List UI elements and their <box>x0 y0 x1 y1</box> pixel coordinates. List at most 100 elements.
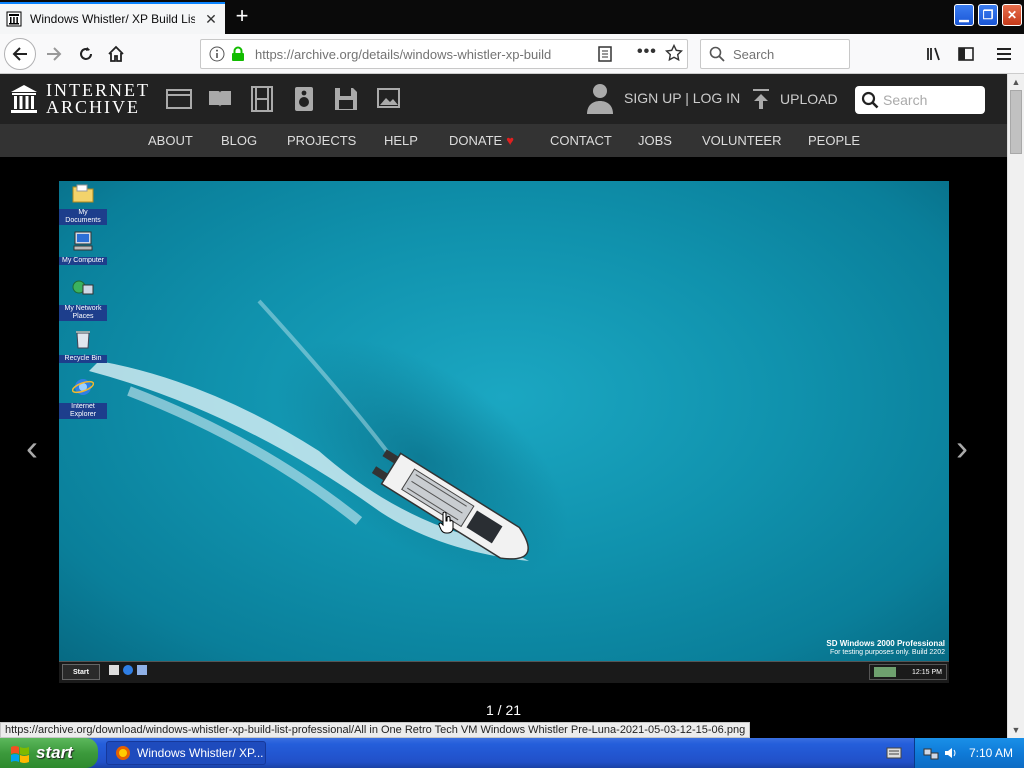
window-minimize-button[interactable]: ▁ <box>954 4 974 26</box>
browser-search-box[interactable]: Search <box>700 39 850 69</box>
reload-button[interactable] <box>70 38 102 70</box>
library-icon <box>927 47 940 61</box>
desktop-screenshot-image[interactable]: My Documents My Computer My Network Plac… <box>59 181 949 661</box>
scrollbar-thumb[interactable] <box>1010 90 1022 154</box>
url-path: /details/windows-whistler-xp-build <box>358 46 552 62</box>
taskbar-clock[interactable]: 7:10 AM <box>969 746 1013 760</box>
build-caption-line1: SD Windows 2000 Professional <box>826 639 945 648</box>
ia-search-input[interactable]: Search <box>855 86 985 114</box>
hamburger-menu-button[interactable] <box>988 38 1020 70</box>
images-icon[interactable] <box>375 86 401 112</box>
web-archive-icon[interactable] <box>166 86 192 112</box>
back-button[interactable] <box>4 38 36 70</box>
new-tab-button[interactable]: + <box>230 4 254 30</box>
start-button[interactable]: start <box>0 738 98 768</box>
quick-launch-ie-icon <box>123 665 133 675</box>
browser-tab-strip: Windows Whistler/ XP Build List Pr ✕ + ▁… <box>0 0 1024 34</box>
ia-search-icon <box>861 91 879 109</box>
url-text[interactable]: https://archive.org/details/windows-whis… <box>255 47 555 62</box>
upload-label: UPLOAD <box>780 91 838 107</box>
archive-favicon-icon <box>6 11 22 27</box>
nav-blog[interactable]: BLOG <box>221 133 257 148</box>
desktop-icon-label: My Documents <box>59 209 107 225</box>
nav-projects[interactable]: PROJECTS <box>287 133 356 148</box>
image-viewer: ‹ › My Documents My Computer My Network … <box>0 157 1007 722</box>
scroll-up-arrow-icon[interactable]: ▲ <box>1008 74 1024 90</box>
software-floppy-icon[interactable] <box>333 86 359 112</box>
sidebar-toggle-button[interactable] <box>950 38 982 70</box>
library-button[interactable] <box>918 38 950 70</box>
forward-button[interactable] <box>38 38 70 70</box>
desktop-icon-label: My Network Places <box>59 305 107 321</box>
browser-search-placeholder: Search <box>733 46 775 62</box>
ia-search-placeholder: Search <box>883 92 928 108</box>
link-status-bar: https://archive.org/download/windows-whi… <box>0 722 751 738</box>
windows-taskbar: start Windows Whistler/ XP... 7:10 AM <box>0 738 1024 768</box>
nav-contact[interactable]: CONTACT <box>550 133 612 148</box>
boat-wallpaper-illustration <box>89 299 623 622</box>
reload-icon <box>80 47 92 60</box>
tray-network-volume-icon <box>874 667 896 677</box>
archive-building-icon <box>11 85 37 113</box>
tab-title: Windows Whistler/ XP Build List Pr <box>30 12 195 26</box>
tab-close-icon[interactable]: ✕ <box>203 11 219 28</box>
screenshot-clock: 12:15 PM <box>912 668 942 676</box>
upload-arrow-icon <box>753 89 769 109</box>
browser-tab-active[interactable]: Windows Whistler/ XP Build List Pr ✕ <box>0 2 225 34</box>
page-actions-icon[interactable]: ••• <box>637 43 657 61</box>
network-tray-icon[interactable] <box>923 745 939 761</box>
signup-login-link[interactable]: SIGN UP | LOG IN <box>586 82 740 114</box>
nav-about[interactable]: ABOUT <box>148 133 193 148</box>
video-film-icon[interactable] <box>249 86 275 112</box>
desktop-icon-recycle-bin[interactable]: Recycle Bin <box>59 329 107 363</box>
volume-tray-icon[interactable] <box>943 745 959 761</box>
page-viewport: INTERNET ARCHIVE SIGN UP | LOG IN UPLOAD… <box>0 74 1007 722</box>
keyboard-icon[interactable] <box>886 746 902 760</box>
system-tray: 7:10 AM <box>914 738 1024 768</box>
user-avatar-icon <box>587 84 613 114</box>
nav-jobs[interactable]: JOBS <box>638 133 672 148</box>
screenshot-start-label: Start <box>73 668 89 676</box>
texts-book-icon[interactable] <box>207 86 233 112</box>
taskbar-window-firefox[interactable]: Windows Whistler/ XP... <box>106 741 266 765</box>
ia-top-nav: ABOUT BLOG PROJECTS HELP DONATE ♥ CONTACT… <box>0 124 1007 157</box>
nav-help[interactable]: HELP <box>384 133 418 148</box>
next-image-arrow[interactable]: › <box>956 427 968 469</box>
start-label: start <box>36 743 73 762</box>
back-arrow-icon <box>12 47 27 61</box>
lock-icon[interactable] <box>231 46 245 62</box>
desktop-icon-my-documents[interactable]: My Documents <box>59 183 107 225</box>
url-domain: https://archive.org <box>255 46 359 62</box>
desktop-icon-label: My Computer <box>59 257 107 265</box>
computer-icon <box>73 231 93 251</box>
desktop-icon-label: Recycle Bin <box>59 355 107 363</box>
window-close-button[interactable]: ✕ <box>1002 4 1022 26</box>
info-icon[interactable] <box>209 46 225 62</box>
window-restore-button[interactable]: ❐ <box>978 4 998 26</box>
scroll-down-arrow-icon[interactable]: ▼ <box>1008 722 1024 738</box>
page-scrollbar[interactable]: ▲ ▼ <box>1007 74 1024 738</box>
previous-image-arrow[interactable]: ‹ <box>26 427 38 469</box>
address-bar[interactable]: https://archive.org/details/windows-whis… <box>200 39 688 69</box>
browser-toolbar: https://archive.org/details/windows-whis… <box>0 34 1024 74</box>
ia-header: INTERNET ARCHIVE SIGN UP | LOG IN UPLOAD… <box>0 74 1007 124</box>
desktop-icon-my-computer[interactable]: My Computer <box>59 231 107 265</box>
hand-cursor-icon <box>438 512 454 534</box>
desktop-icon-my-network-places[interactable]: My Network Places <box>59 279 107 321</box>
folder-icon <box>72 184 94 203</box>
ia-logo-text: INTERNET ARCHIVE <box>46 81 150 116</box>
desktop-icon-internet-explorer[interactable]: Internet Explorer <box>59 377 107 419</box>
wallpaper-build-caption: SD Windows 2000 Professional For testing… <box>826 639 945 657</box>
home-button[interactable] <box>100 38 132 70</box>
reader-view-icon[interactable] <box>597 46 613 62</box>
quick-launch-outlook-icon <box>137 665 147 675</box>
nav-donate[interactable]: DONATE ♥ <box>449 133 514 148</box>
upload-link[interactable]: UPLOAD <box>752 88 838 110</box>
windows-flag-icon <box>11 746 29 763</box>
bookmark-star-icon[interactable] <box>665 44 683 62</box>
audio-speaker-icon[interactable] <box>291 86 317 112</box>
signup-login-label: SIGN UP | LOG IN <box>624 90 741 106</box>
ia-logo[interactable]: INTERNET ARCHIVE <box>10 81 150 116</box>
nav-people[interactable]: PEOPLE <box>808 133 860 148</box>
nav-volunteer[interactable]: VOLUNTEER <box>702 133 781 148</box>
